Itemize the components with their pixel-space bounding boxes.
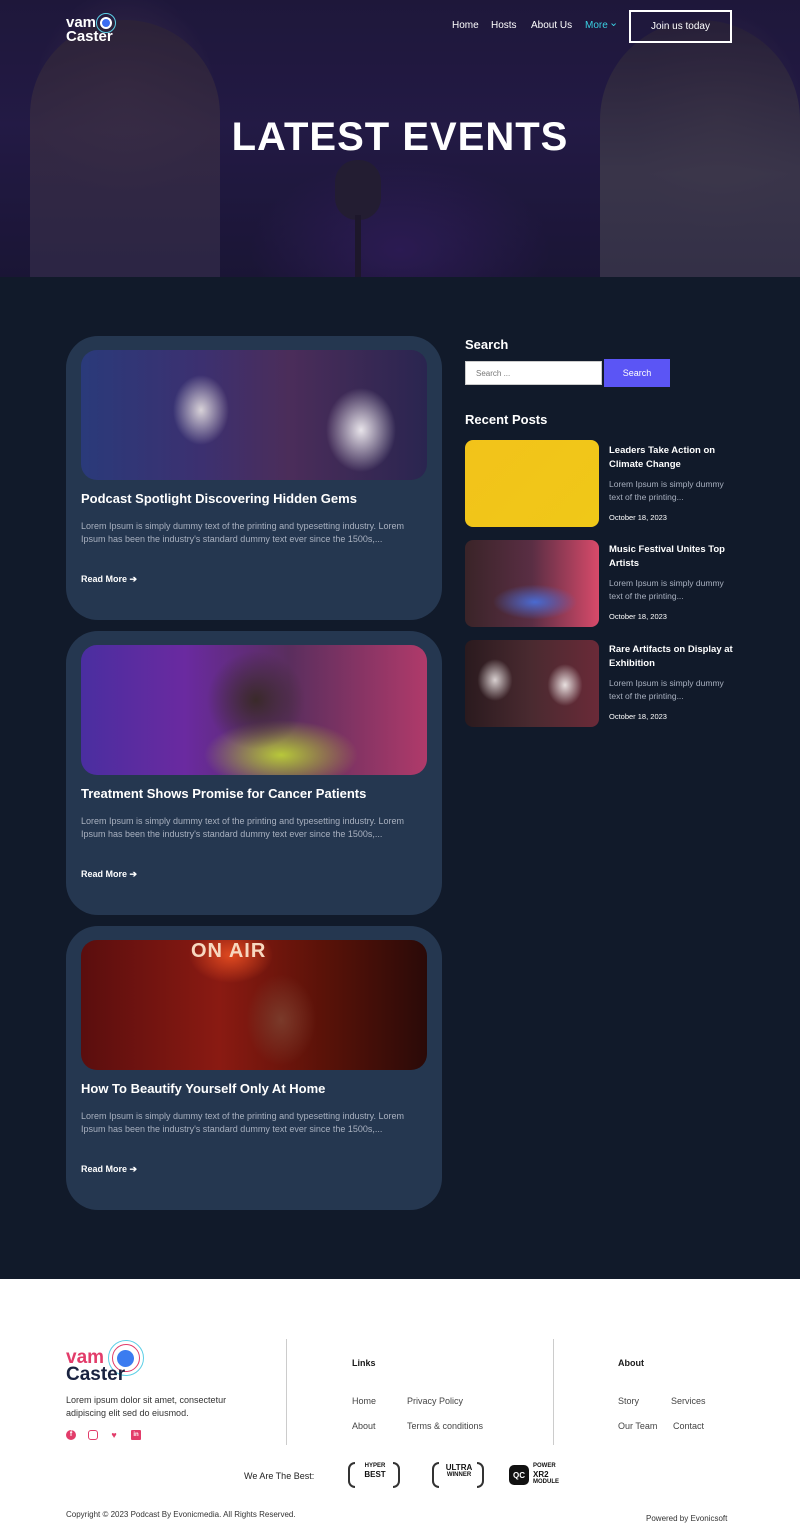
footer-divider bbox=[286, 1339, 287, 1445]
footer-about-heading: About bbox=[618, 1358, 644, 1368]
post-image[interactable] bbox=[81, 350, 427, 480]
on-air-sign: ON AIR bbox=[191, 940, 267, 962]
recent-post-excerpt: Lorem Ipsum is simply dummy text of the … bbox=[609, 678, 724, 701]
footer-link-our-team[interactable]: Our Team bbox=[618, 1421, 657, 1431]
footer-link-about[interactable]: About bbox=[352, 1421, 376, 1431]
award-line: ULTRA bbox=[445, 1463, 473, 1472]
footer-link-privacy[interactable]: Privacy Policy bbox=[407, 1396, 463, 1406]
nav-hosts[interactable]: Hosts bbox=[491, 20, 517, 31]
recent-post-excerpt: Lorem Ipsum is simply dummy text of the … bbox=[609, 479, 724, 502]
recent-post-image[interactable] bbox=[465, 640, 599, 727]
laurel-left-icon bbox=[432, 1462, 439, 1488]
search-input[interactable]: Search ... bbox=[465, 361, 602, 385]
post-image[interactable] bbox=[81, 645, 427, 775]
qc-badge-icon: QC bbox=[509, 1465, 529, 1485]
recent-post-date: October 18, 2023 bbox=[609, 612, 667, 621]
read-more-label: Read More bbox=[81, 574, 128, 584]
logo-text-bottom: Caster bbox=[66, 28, 113, 45]
post-title[interactable]: Podcast Spotlight Discovering Hidden Gem… bbox=[81, 491, 357, 506]
footer-description: Lorem ipsum dolor sit amet, consectetur … bbox=[66, 1395, 227, 1418]
recent-posts-heading: Recent Posts bbox=[465, 412, 548, 427]
post-excerpt: Lorem Ipsum is simply dummy text of the … bbox=[81, 521, 404, 544]
arrow-right-icon: ➔ bbox=[129, 1164, 138, 1174]
read-more-label: Read More bbox=[81, 1164, 128, 1174]
recent-post-title[interactable]: Music Festival Unites Top Artists bbox=[609, 543, 739, 571]
facebook-icon[interactable]: f bbox=[66, 1430, 76, 1440]
award-line: XR2 bbox=[533, 1470, 549, 1479]
recent-post-image[interactable] bbox=[465, 540, 599, 627]
footer-divider bbox=[553, 1339, 554, 1445]
read-more-link[interactable]: Read More ➔ bbox=[81, 1164, 137, 1175]
post-title[interactable]: How To Beautify Yourself Only At Home bbox=[81, 1081, 325, 1096]
recent-post-title[interactable]: Leaders Take Action on Climate Change bbox=[609, 444, 739, 472]
read-more-link[interactable]: Read More ➔ bbox=[81, 869, 137, 880]
laurel-right-icon bbox=[477, 1462, 484, 1488]
award-line: POWER bbox=[533, 1463, 556, 1469]
search-heading: Search bbox=[465, 337, 509, 352]
powered-by[interactable]: Powered by Evonicsoft bbox=[646, 1514, 727, 1523]
footer-link-story[interactable]: Story bbox=[618, 1396, 639, 1406]
copyright: Copyright © 2023 Podcast By Evonicmedia.… bbox=[66, 1510, 296, 1519]
laurel-left-icon bbox=[348, 1462, 355, 1488]
award-line: MODULE bbox=[533, 1479, 559, 1485]
twitter-icon[interactable]: ♥ bbox=[109, 1430, 119, 1440]
post-card: ON AIR How To Beautify Yourself Only At … bbox=[66, 926, 442, 1210]
post-card: Podcast Spotlight Discovering Hidden Gem… bbox=[66, 336, 442, 620]
recent-post-title[interactable]: Rare Artifacts on Display at Exhibition bbox=[609, 643, 739, 671]
footer-links-heading: Links bbox=[352, 1358, 376, 1368]
post-excerpt: Lorem Ipsum is simply dummy text of the … bbox=[81, 816, 404, 839]
post-excerpt: Lorem Ipsum is simply dummy text of the … bbox=[81, 1111, 404, 1134]
join-us-button[interactable]: Join us today bbox=[629, 10, 732, 43]
page-title: LATEST EVENTS bbox=[231, 115, 569, 159]
linkedin-icon[interactable]: in bbox=[131, 1430, 141, 1440]
post-card: Treatment Shows Promise for Cancer Patie… bbox=[66, 631, 442, 915]
read-more-link[interactable]: Read More ➔ bbox=[81, 574, 137, 585]
footer-link-services[interactable]: Services bbox=[671, 1396, 706, 1406]
instagram-icon[interactable] bbox=[88, 1430, 98, 1440]
search-button[interactable]: Search bbox=[604, 359, 670, 387]
award-line: HYPER bbox=[364, 1463, 386, 1469]
post-image[interactable]: ON AIR bbox=[81, 940, 427, 1070]
site-logo[interactable]: vam Caster bbox=[66, 13, 126, 45]
chevron-down-icon[interactable]: ⌄ bbox=[609, 16, 618, 29]
arrow-right-icon: ➔ bbox=[129, 574, 138, 584]
award-line: WINNER bbox=[446, 1472, 472, 1478]
post-title[interactable]: Treatment Shows Promise for Cancer Patie… bbox=[81, 786, 366, 801]
recent-post-date: October 18, 2023 bbox=[609, 712, 667, 721]
recent-post-excerpt: Lorem Ipsum is simply dummy text of the … bbox=[609, 578, 724, 601]
nav-more[interactable]: More bbox=[585, 20, 608, 31]
recent-post-date: October 18, 2023 bbox=[609, 513, 667, 522]
arrow-right-icon: ➔ bbox=[129, 869, 138, 879]
recent-post-image[interactable] bbox=[465, 440, 599, 527]
nav-home[interactable]: Home bbox=[452, 20, 479, 31]
laurel-right-icon bbox=[393, 1462, 400, 1488]
footer-link-terms[interactable]: Terms & conditions bbox=[407, 1421, 483, 1431]
award-line: BEST bbox=[364, 1470, 386, 1479]
footer-logo-text-bottom: Caster bbox=[66, 1364, 126, 1385]
award-hyper-best: HYPER BEST bbox=[358, 1463, 392, 1489]
footer-link-home[interactable]: Home bbox=[352, 1396, 376, 1406]
award-ultra: ULTRA WINNER bbox=[441, 1463, 477, 1489]
nav-about-us[interactable]: About Us bbox=[531, 20, 572, 31]
footer-link-contact[interactable]: Contact bbox=[673, 1421, 704, 1431]
read-more-label: Read More bbox=[81, 869, 128, 879]
footer-logo[interactable]: vam Caster bbox=[66, 1340, 156, 1385]
award-power-module: POWER XR2 MODULE bbox=[533, 1463, 567, 1489]
awards-label: We Are The Best: bbox=[244, 1471, 315, 1481]
